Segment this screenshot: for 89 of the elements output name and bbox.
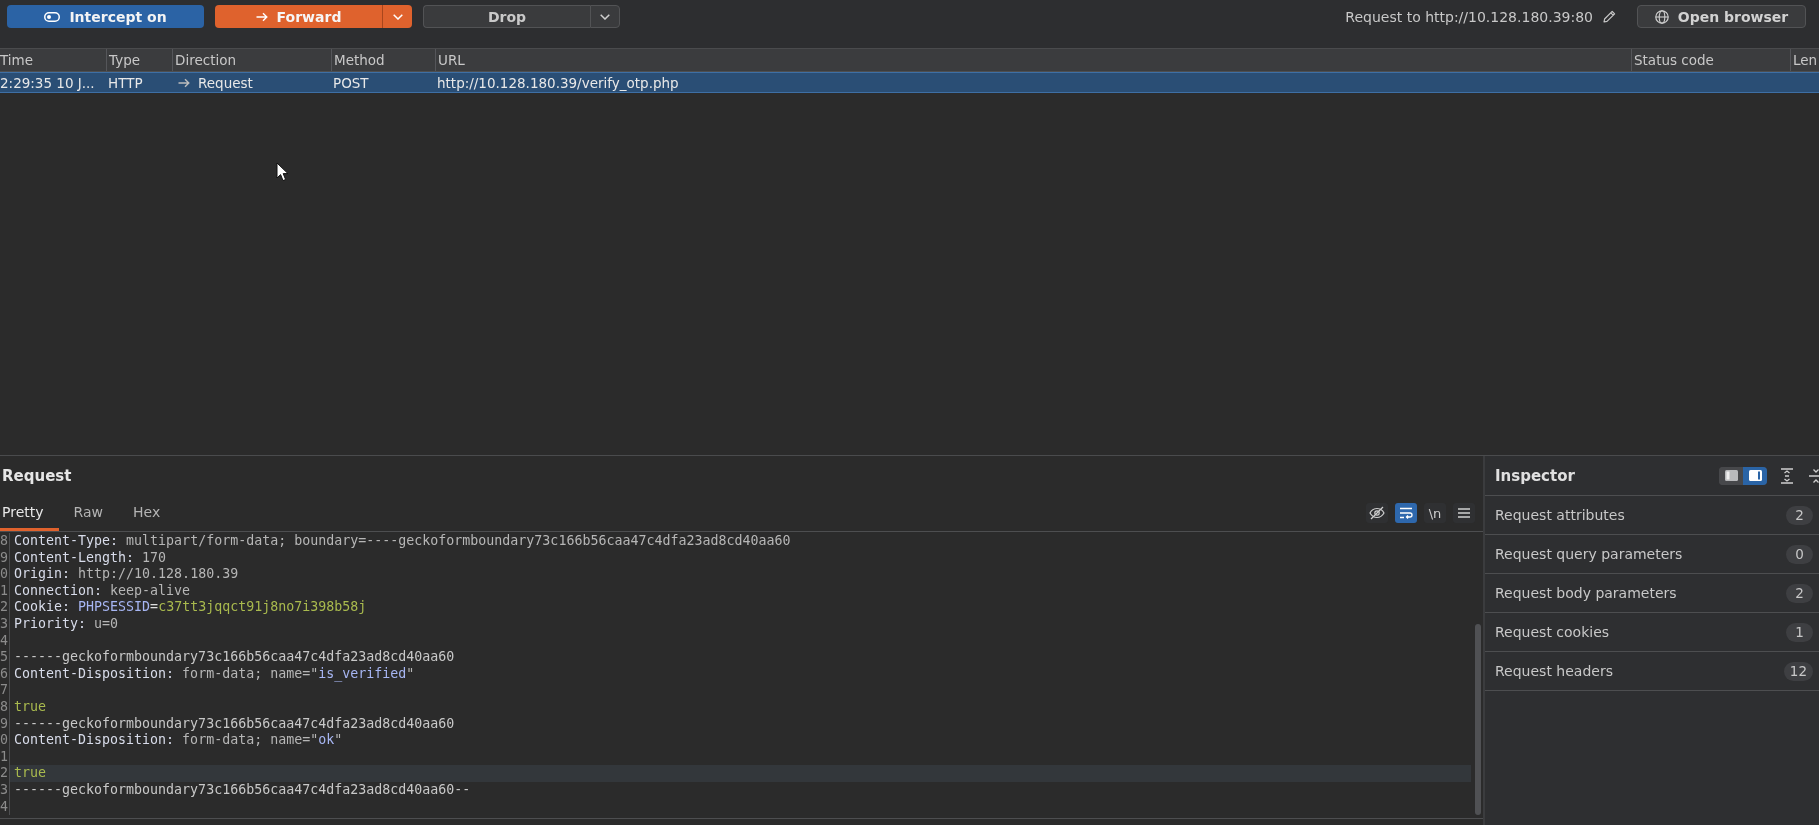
- section-label: Request cookies: [1495, 624, 1610, 640]
- line-number: 0: [0, 732, 10, 749]
- panel-layout-icon: [1748, 470, 1762, 481]
- mouse-cursor-icon: [276, 162, 289, 182]
- code-line: Content-Type: multipart/form-data; boundary=----geckoformboundary73c166b56caa47c4dfa23ad8cd40aa60: [14, 533, 791, 548]
- table-cell: http://10.128.180.39/verify_otp.php: [437, 74, 679, 91]
- menu-icon: [1458, 508, 1470, 518]
- caret-icon: [600, 13, 610, 20]
- inspector-section[interactable]: Request headers 12: [1485, 652, 1819, 691]
- collapse-vertical-icon[interactable]: [1809, 467, 1819, 484]
- line-number: 6: [0, 665, 10, 683]
- count-badge: 2: [1786, 583, 1813, 603]
- code-line: ------geckoformboundary73c166b56caa47c4dfa23ad8cd40aa60: [14, 649, 455, 665]
- inspector-section[interactable]: Request attributes 2: [1485, 496, 1819, 535]
- drop-menu-button[interactable]: [590, 5, 620, 28]
- column-header[interactable]: Time: [0, 49, 106, 71]
- inspector-section[interactable]: Request query parameters 0: [1485, 535, 1819, 574]
- tab[interactable]: Hex: [118, 495, 176, 531]
- code-line: Connection: keep-alive: [14, 582, 191, 598]
- line-number: 9: [0, 549, 10, 567]
- code-line: ------geckoformboundary73c166b56caa47c4dfa23ad8cd40aa60: [14, 715, 455, 731]
- column-header[interactable]: Method: [331, 49, 435, 71]
- code-line: Priority: u=0: [14, 615, 119, 631]
- arrow-right-icon: [178, 77, 190, 88]
- column-header[interactable]: Direction: [172, 49, 331, 71]
- table-cell: Request: [198, 74, 253, 91]
- forward-menu-button[interactable]: [382, 5, 412, 28]
- line-number: 4: [0, 798, 10, 816]
- panel-layout-icon: [1724, 470, 1738, 481]
- code-line: Origin: http://10.128.180.39: [14, 566, 239, 582]
- wrap-icon: [1399, 506, 1413, 520]
- code-line: true: [14, 765, 47, 781]
- section-label: Request headers: [1495, 663, 1613, 679]
- scrollbar-thumb[interactable]: [1475, 624, 1481, 815]
- table-row[interactable]: 2:29:35 10 J... HTTP Request POST http://10.128.180.39/verify_otp.php: [0, 72, 1819, 93]
- wrap-button[interactable]: [1395, 503, 1417, 523]
- section-label: Request body parameters: [1495, 585, 1677, 601]
- line-number: 8: [0, 533, 10, 550]
- menu-button[interactable]: [1453, 503, 1475, 523]
- section-label: Request attributes: [1495, 507, 1625, 523]
- count-badge: 12: [1783, 661, 1813, 681]
- table-cell: HTTP: [108, 74, 143, 91]
- open-browser-button[interactable]: Open browser: [1637, 5, 1806, 28]
- code-line: Content-Length: 170: [14, 549, 167, 565]
- toggle-icon: [44, 11, 61, 22]
- tab[interactable]: Pretty: [0, 495, 59, 531]
- inspector-section[interactable]: Request body parameters 2: [1485, 574, 1819, 613]
- code-line: ------geckoformboundary73c166b56caa47c4dfa23ad8cd40aa60--: [14, 781, 471, 797]
- column-header[interactable]: Len: [1790, 49, 1819, 71]
- newline-button[interactable]: \n: [1424, 503, 1446, 523]
- globe-icon: [1654, 9, 1669, 24]
- count-badge: 2: [1786, 505, 1813, 525]
- line-number: 9: [0, 715, 10, 733]
- code-line: Content-Disposition: form-data; name="is_verified": [14, 665, 415, 681]
- line-number: 7: [0, 682, 10, 699]
- line-number: 4: [0, 632, 10, 650]
- line-number: 5: [0, 649, 10, 666]
- inspector-section[interactable]: Request cookies 1: [1485, 613, 1819, 652]
- tab[interactable]: Raw: [58, 495, 118, 531]
- table-cell: 2:29:35 10 J...: [0, 74, 95, 91]
- expand-vertical-icon[interactable]: [1780, 467, 1794, 484]
- line-number: 8: [0, 698, 10, 716]
- line-number: 2: [0, 599, 10, 616]
- column-header[interactable]: Type: [106, 49, 172, 71]
- line-number: 0: [0, 566, 10, 583]
- count-badge: 1: [1786, 622, 1813, 642]
- eye-slash-icon: [1369, 506, 1385, 520]
- code-line: Cookie: PHPSESSID=c37tt3jqqct91j8no7i398b58j: [14, 599, 367, 615]
- caret-icon: [392, 13, 403, 20]
- line-number: 3: [0, 615, 10, 633]
- arrow-right-icon: [255, 11, 268, 22]
- intercept-button[interactable]: Intercept on: [7, 5, 204, 28]
- count-badge: 0: [1786, 544, 1813, 564]
- code-line: Content-Disposition: form-data; name="ok": [14, 732, 343, 748]
- hide-button[interactable]: [1366, 503, 1388, 523]
- table-cell: POST: [333, 74, 369, 91]
- line-number: 1: [0, 748, 10, 766]
- code-line: true: [14, 698, 47, 714]
- layout-toggle[interactable]: [1743, 466, 1767, 485]
- panel-title: Request: [2, 466, 72, 485]
- line-number: 1: [0, 582, 10, 600]
- pencil-icon[interactable]: [1603, 10, 1616, 23]
- column-header[interactable]: Status code: [1631, 49, 1790, 71]
- request-target-label: Request to http://10.128.180.39:80: [1345, 8, 1593, 25]
- column-header[interactable]: URL: [435, 49, 1631, 71]
- line-number: 3: [0, 781, 10, 799]
- panel-title: Inspector: [1495, 466, 1575, 485]
- drop-button[interactable]: Drop: [423, 5, 590, 28]
- section-label: Request query parameters: [1495, 546, 1683, 562]
